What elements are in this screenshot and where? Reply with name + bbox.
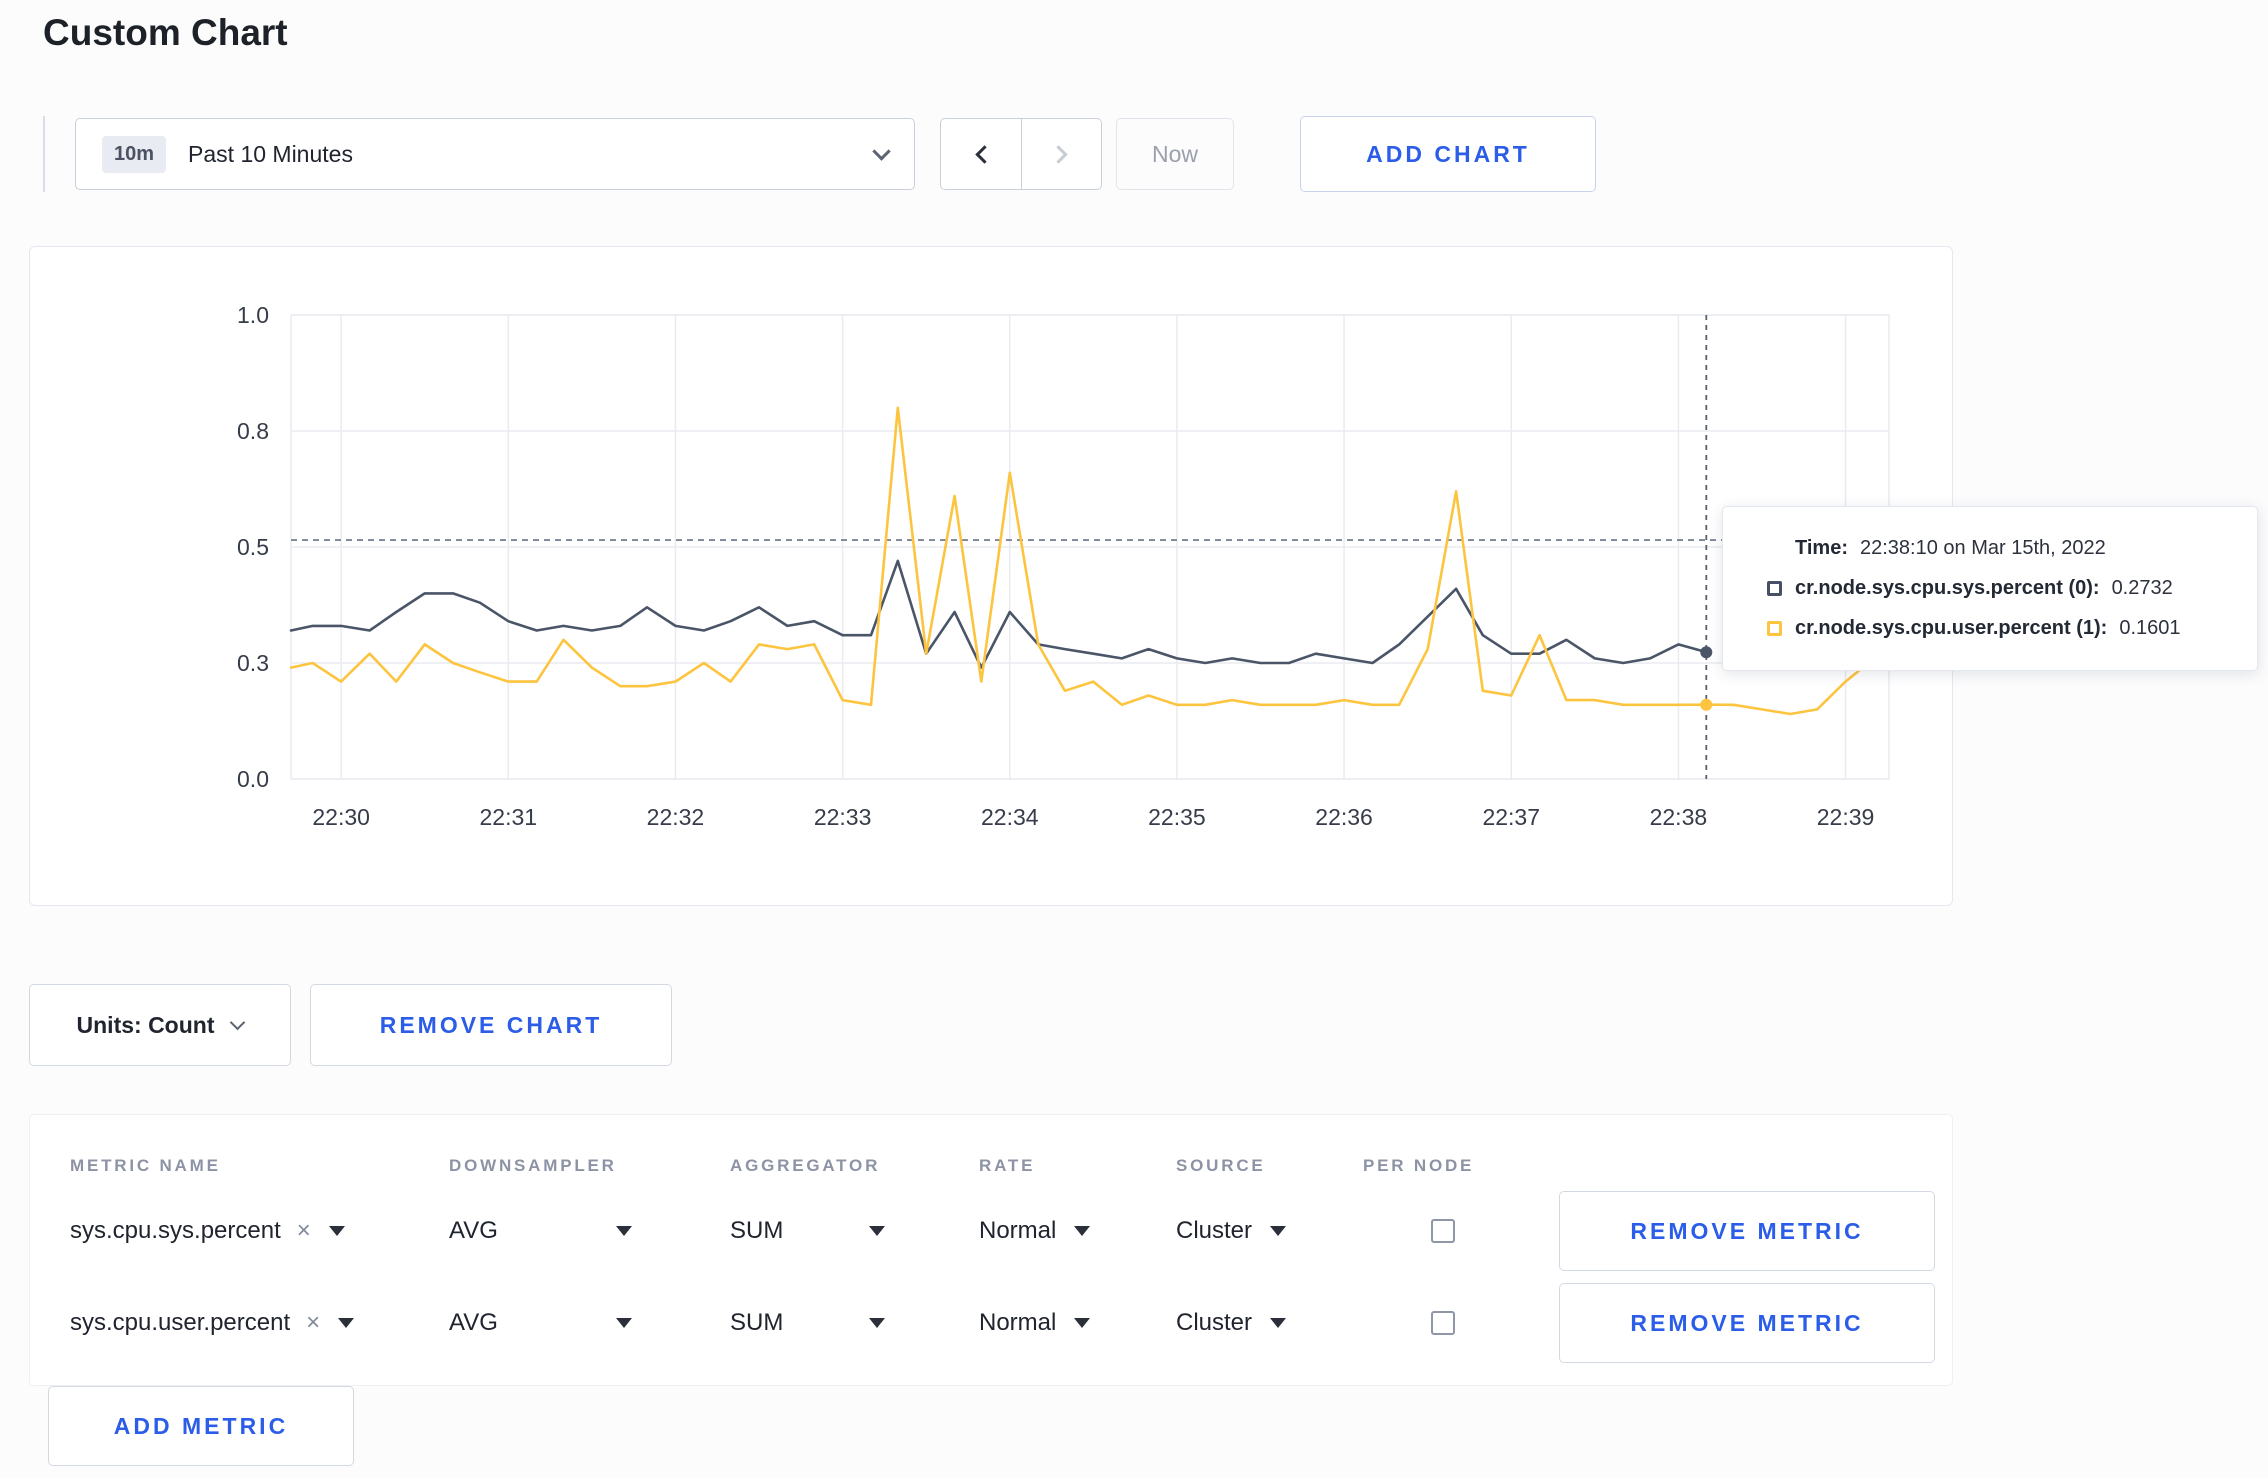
toolbar: 10m Past 10 Minutes Now ADD CHART: [43, 116, 1596, 192]
svg-text:22:35: 22:35: [1148, 804, 1206, 830]
downsampler-select[interactable]: AVG: [449, 1217, 730, 1245]
col-header-downsampler: DOWNSAMPLER: [449, 1156, 617, 1175]
next-range-button[interactable]: [1021, 119, 1101, 189]
remove-metric-button[interactable]: REMOVE METRIC: [1559, 1283, 1935, 1363]
time-nav-group: [940, 118, 1102, 190]
chevron-left-icon: [974, 144, 994, 164]
aggregator-select[interactable]: SUM: [730, 1309, 979, 1337]
rate-select[interactable]: Normal: [979, 1217, 1176, 1245]
tooltip-series-value: 0.2732: [2111, 577, 2173, 599]
line-chart[interactable]: 22:30 22:31 22:32 22:33 22:34 22:35 22:36 22:37…: [30, 247, 1954, 907]
source-value: Cluster: [1176, 1217, 1253, 1244]
prev-range-button[interactable]: [941, 119, 1021, 189]
aggregator-value: SUM: [730, 1309, 784, 1336]
col-header-metric-name: METRIC NAME: [70, 1156, 221, 1175]
chevron-right-icon: [1049, 144, 1068, 164]
remove-metric-button[interactable]: REMOVE METRIC: [1559, 1191, 1935, 1271]
col-header-rate: RATE: [979, 1156, 1036, 1175]
metric-row: sys.cpu.sys.percent × AVG SUM Normal Clu…: [70, 1185, 1952, 1277]
remove-chart-button[interactable]: REMOVE CHART: [310, 984, 672, 1066]
page-title: Custom Chart: [43, 12, 288, 53]
aggregator-select[interactable]: SUM: [730, 1217, 979, 1245]
dropdown-caret-icon: [1270, 1226, 1287, 1236]
downsampler-value: AVG: [449, 1217, 498, 1244]
dropdown-caret-icon: [615, 1318, 632, 1328]
time-range-select[interactable]: 10m Past 10 Minutes: [75, 118, 915, 190]
dropdown-caret-icon: [1074, 1226, 1091, 1236]
series-swatch-icon: [1767, 581, 1782, 596]
metrics-table: METRIC NAME DOWNSAMPLER AGGREGATOR RATE …: [29, 1114, 1953, 1386]
add-chart-button[interactable]: ADD CHART: [1300, 116, 1596, 192]
source-value: Cluster: [1176, 1309, 1253, 1336]
dropdown-caret-icon: [1074, 1318, 1091, 1328]
svg-text:22:30: 22:30: [312, 804, 370, 830]
col-header-per-node: PER NODE: [1363, 1156, 1475, 1175]
metric-row: sys.cpu.user.percent × AVG SUM Normal Cl…: [70, 1277, 1952, 1369]
dropdown-caret-icon: [615, 1226, 632, 1236]
downsampler-value: AVG: [449, 1309, 498, 1336]
svg-text:22:39: 22:39: [1817, 804, 1875, 830]
metrics-table-header: METRIC NAME DOWNSAMPLER AGGREGATOR RATE …: [70, 1115, 1952, 1185]
per-node-checkbox[interactable]: [1431, 1219, 1455, 1243]
dropdown-caret-icon: [869, 1318, 886, 1328]
col-header-aggregator: AGGREGATOR: [730, 1156, 881, 1175]
source-select[interactable]: Cluster: [1176, 1217, 1363, 1245]
chevron-down-icon: [230, 1014, 246, 1030]
time-range-badge: 10m: [102, 135, 167, 173]
svg-text:22:31: 22:31: [480, 804, 538, 830]
svg-text:22:38: 22:38: [1650, 804, 1708, 830]
svg-text:1.0: 1.0: [237, 302, 269, 328]
svg-text:22:34: 22:34: [981, 804, 1039, 830]
dropdown-caret-icon: [1270, 1318, 1287, 1328]
time-range-label: Past 10 Minutes: [188, 140, 353, 167]
svg-text:0.0: 0.0: [237, 766, 269, 792]
per-node-checkbox[interactable]: [1431, 1311, 1455, 1335]
chart-tooltip: Time: 22:38:10 on Mar 15th, 2022 cr.node…: [1722, 506, 2258, 671]
col-header-source: SOURCE: [1176, 1156, 1266, 1175]
rate-select[interactable]: Normal: [979, 1309, 1176, 1337]
source-select[interactable]: Cluster: [1176, 1309, 1363, 1337]
tooltip-series-value: 0.1601: [2119, 617, 2181, 639]
aggregator-value: SUM: [730, 1217, 784, 1244]
dropdown-caret-icon: [328, 1226, 345, 1236]
tooltip-time-label: Time:: [1795, 537, 1848, 559]
add-metric-button[interactable]: ADD METRIC: [48, 1386, 354, 1466]
units-select[interactable]: Units: Count: [29, 984, 291, 1066]
chevron-down-icon: [872, 141, 891, 161]
svg-text:22:36: 22:36: [1315, 804, 1373, 830]
metric-name-select[interactable]: sys.cpu.user.percent: [70, 1309, 290, 1337]
downsampler-select[interactable]: AVG: [449, 1309, 730, 1337]
svg-text:0.8: 0.8: [237, 418, 269, 444]
tooltip-series-label: cr.node.sys.cpu.sys.percent (0):: [1795, 577, 2100, 599]
clear-metric-icon[interactable]: ×: [306, 1309, 320, 1337]
metric-name-select[interactable]: sys.cpu.sys.percent: [70, 1217, 281, 1245]
units-label: Units: Count: [76, 1011, 215, 1038]
rate-value: Normal: [979, 1217, 1057, 1244]
svg-text:22:32: 22:32: [647, 804, 705, 830]
svg-text:22:37: 22:37: [1482, 804, 1540, 830]
series-swatch-icon: [1767, 621, 1782, 636]
chart-panel: 22:30 22:31 22:32 22:33 22:34 22:35 22:36 22:37…: [29, 246, 1953, 906]
rate-value: Normal: [979, 1309, 1057, 1336]
now-button[interactable]: Now: [1116, 118, 1234, 190]
tooltip-series-label: cr.node.sys.cpu.user.percent (1):: [1795, 617, 2108, 639]
clear-metric-icon[interactable]: ×: [297, 1217, 311, 1245]
dropdown-caret-icon: [869, 1226, 886, 1236]
svg-text:22:33: 22:33: [814, 804, 872, 830]
tooltip-time-value: 22:38:10 on Mar 15th, 2022: [1859, 537, 2106, 559]
dropdown-caret-icon: [338, 1318, 355, 1328]
svg-text:0.3: 0.3: [237, 650, 269, 676]
svg-text:0.5: 0.5: [237, 534, 269, 560]
